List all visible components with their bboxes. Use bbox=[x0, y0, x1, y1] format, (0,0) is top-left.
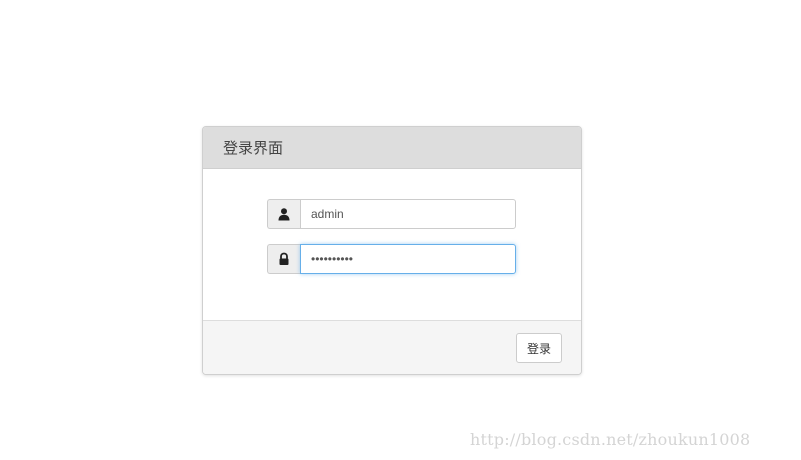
panel-title: 登录界面 bbox=[223, 140, 284, 157]
page: 登录界面 admin •••••••••• 登录 http://blog.csd… bbox=[0, 0, 801, 460]
password-input[interactable] bbox=[300, 244, 516, 274]
username-input[interactable] bbox=[300, 199, 516, 229]
panel-footer: 登录 bbox=[203, 320, 581, 374]
username-group bbox=[267, 199, 516, 229]
password-group bbox=[267, 244, 516, 274]
lock-icon bbox=[267, 244, 300, 274]
login-panel: 登录界面 admin •••••••••• 登录 bbox=[202, 126, 582, 375]
watermark: http://blog.csdn.net/zhoukun1008 bbox=[470, 430, 751, 449]
panel-body bbox=[203, 169, 581, 320]
login-button[interactable]: 登录 bbox=[516, 333, 562, 363]
panel-heading: 登录界面 bbox=[203, 127, 581, 169]
user-icon bbox=[267, 199, 300, 229]
